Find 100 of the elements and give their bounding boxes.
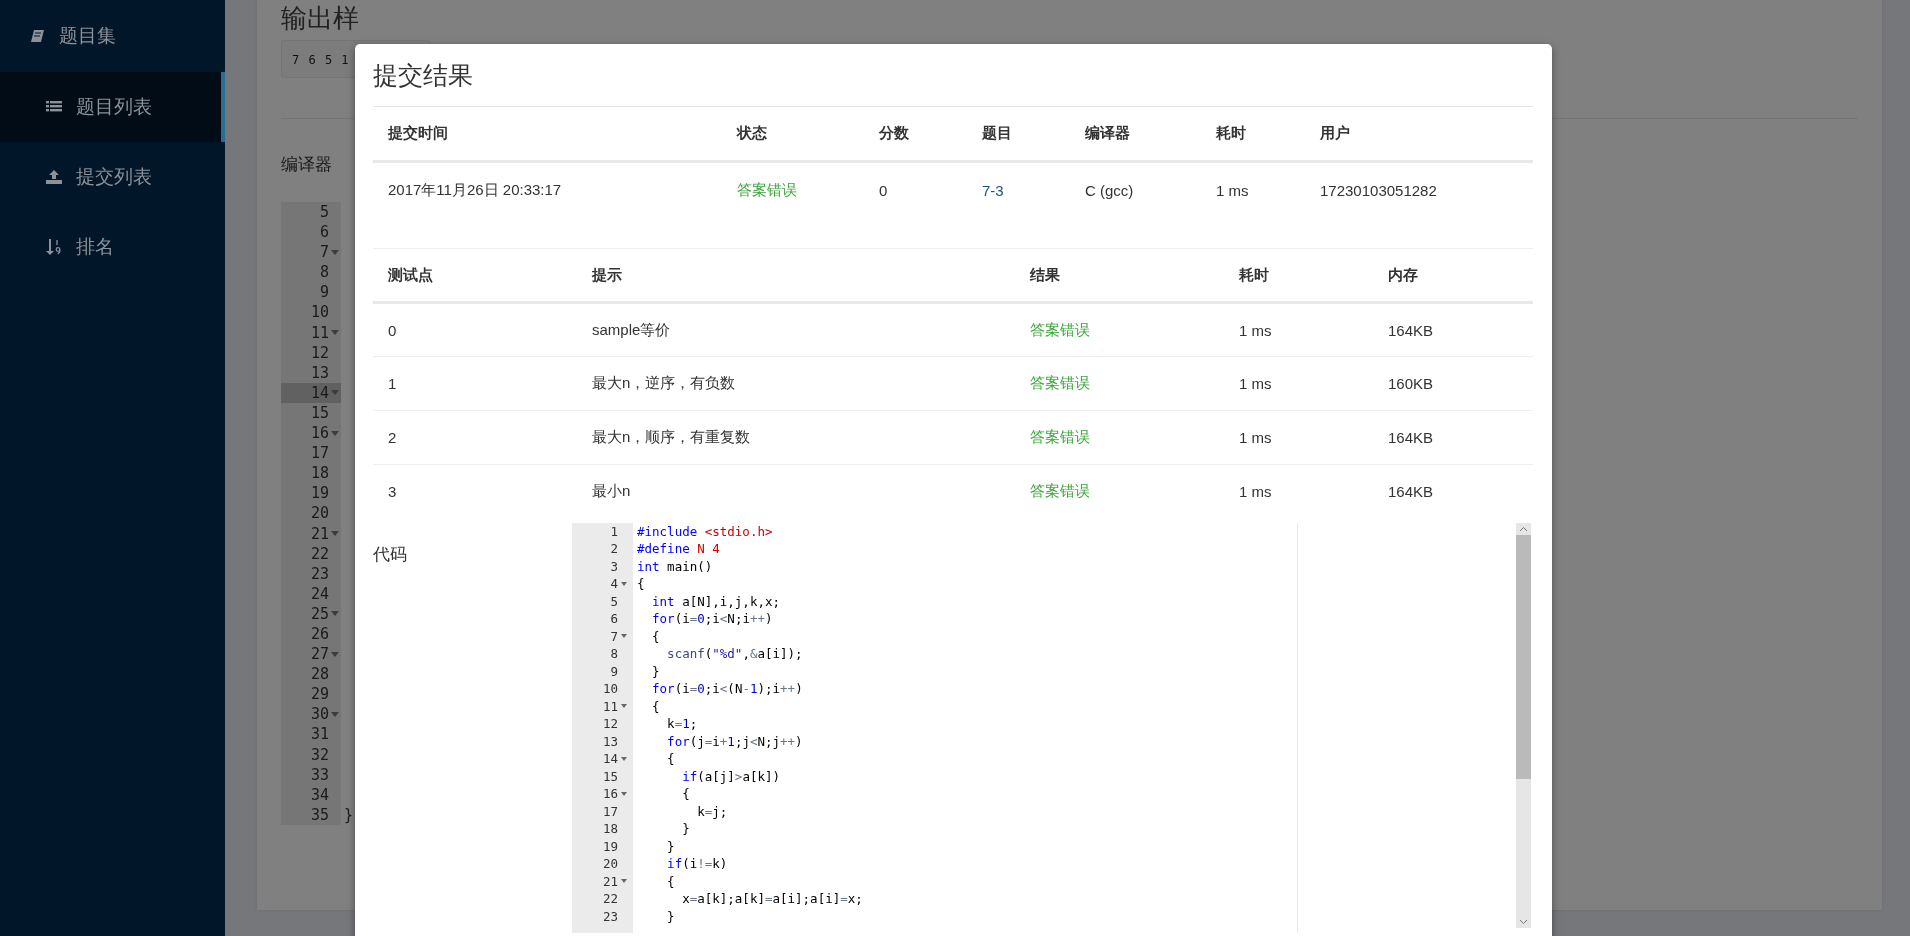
- book-icon: [29, 28, 45, 44]
- line-number: 10: [601, 680, 619, 698]
- column-header: 分数: [864, 107, 967, 161]
- line-number: 24: [281, 583, 341, 604]
- code-line: if(a[j]>a[k]): [681, 767, 782, 785]
- table-cell: 17230103051282: [1320, 181, 1437, 199]
- section-heading: 输出样: [281, 2, 360, 34]
- table-cell: 1 ms: [1239, 375, 1272, 392]
- line-number: 15: [281, 402, 341, 424]
- table-cell: 1 ms: [1239, 429, 1272, 446]
- column-header: 题目: [967, 107, 1070, 161]
- table-cell: 1 ms: [1239, 321, 1272, 339]
- code-line: }: [681, 820, 691, 838]
- table-cell: sample等价: [592, 320, 671, 338]
- column-header: 提示: [577, 248, 1015, 303]
- line-number: 16: [281, 423, 341, 444]
- problem-link[interactable]: 7-3: [982, 181, 1004, 199]
- table-cell: 0: [879, 181, 888, 199]
- line-number: 29: [281, 684, 341, 705]
- code-line: {: [666, 872, 676, 890]
- status-text: 答案错误: [1030, 320, 1090, 338]
- line-number: 17: [601, 802, 619, 820]
- table-cell: C (gcc): [1085, 181, 1134, 199]
- column-header: 提交时间: [373, 107, 722, 161]
- dialog-title: 提交结果: [373, 44, 1533, 107]
- code-line: int main(): [637, 557, 714, 575]
- line-number: 19: [601, 837, 619, 855]
- code-line: scanf("%d",&a[i]);: [666, 645, 804, 663]
- line-number: 8: [281, 262, 341, 283]
- code-line: for(i=0;i<N;i++): [651, 610, 774, 628]
- code-line: k=1;: [666, 715, 699, 733]
- line-number: 14: [572, 750, 633, 768]
- line-number: 8: [609, 645, 619, 663]
- line-number: 12: [281, 342, 341, 363]
- scrollbar[interactable]: [1516, 522, 1531, 928]
- code-line: {: [681, 785, 691, 803]
- table-cell: 1: [388, 375, 397, 392]
- column-header: 状态: [722, 107, 864, 161]
- scrollbar-thumb[interactable]: [1516, 534, 1531, 779]
- line-number: 32: [281, 744, 341, 765]
- line-number: 11: [572, 697, 633, 715]
- code-line: {: [651, 627, 661, 645]
- line-number: 7: [572, 627, 633, 645]
- sidebar-item[interactable]: 提交列表: [0, 142, 225, 212]
- line-number: 23: [601, 907, 619, 925]
- line-number: 35: [281, 804, 341, 825]
- line-number: 21: [572, 872, 633, 890]
- sidebar-item[interactable]: 题目列表: [0, 72, 225, 142]
- line-number: 22: [281, 543, 341, 564]
- table-cell: 最大n，顺序，有重复数: [592, 428, 751, 445]
- line-number: 6: [281, 222, 341, 243]
- line-number: 20: [281, 503, 341, 524]
- table-cell: 2017年11月26日 20:33:17: [388, 180, 562, 198]
- line-number: 27: [281, 644, 341, 665]
- line-number: 33: [281, 764, 341, 785]
- line-number: 18: [601, 820, 619, 838]
- line-number: 28: [281, 664, 341, 685]
- line-number: 34: [281, 784, 341, 805]
- line-number: 9: [609, 662, 619, 680]
- column-header: 结果: [1015, 248, 1224, 303]
- code-label: 代码: [373, 543, 408, 566]
- code-line: for(i=0;i<(N-1);i++): [651, 680, 804, 698]
- code-line: }: [666, 907, 676, 925]
- sidebar-item[interactable]: 题目集: [0, 0, 225, 72]
- code-line: x=a[k];a[k]=a[i];a[i]=x;: [681, 890, 863, 908]
- sort-icon: [46, 238, 62, 256]
- line-number: 19: [281, 483, 341, 504]
- status-text: 答案错误: [737, 180, 797, 198]
- line-number: 2: [609, 540, 619, 558]
- line-number: 10: [281, 302, 341, 323]
- code-line: #include <stdio.h>: [637, 522, 774, 540]
- table-cell: 164KB: [1388, 321, 1434, 339]
- sidebar-item[interactable]: 排名: [0, 212, 225, 282]
- column-header: 耗时: [1224, 248, 1373, 303]
- table-cell: 164KB: [1388, 429, 1434, 446]
- line-number: 5: [281, 202, 341, 223]
- line-number: 12: [601, 715, 619, 733]
- line-number: 1: [609, 522, 619, 540]
- line-number: 20: [601, 855, 619, 873]
- code-line: }: [651, 662, 661, 680]
- upload-icon: [46, 169, 62, 185]
- column-header: 编译器: [1070, 107, 1201, 161]
- line-number: 9: [281, 282, 341, 303]
- line-number: 4: [572, 575, 633, 593]
- line-number: 6: [609, 610, 619, 628]
- line-number: 17: [281, 443, 341, 464]
- code-line: {: [666, 750, 676, 768]
- table-cell: 160KB: [1388, 375, 1434, 392]
- status-text: 答案错误: [1030, 482, 1090, 500]
- line-number: 11: [281, 322, 341, 343]
- table-cell: 164KB: [1388, 483, 1434, 501]
- code-line: #define N 4: [637, 540, 721, 558]
- line-number: 21: [281, 523, 341, 544]
- line-number: 16: [572, 785, 633, 803]
- line-number: 18: [281, 463, 341, 484]
- line-number: 3: [609, 557, 619, 575]
- line-number: 13: [281, 362, 341, 383]
- table-cell: 1 ms: [1239, 483, 1272, 501]
- code-line: k=j;: [696, 802, 729, 820]
- line-number: 25: [281, 603, 341, 624]
